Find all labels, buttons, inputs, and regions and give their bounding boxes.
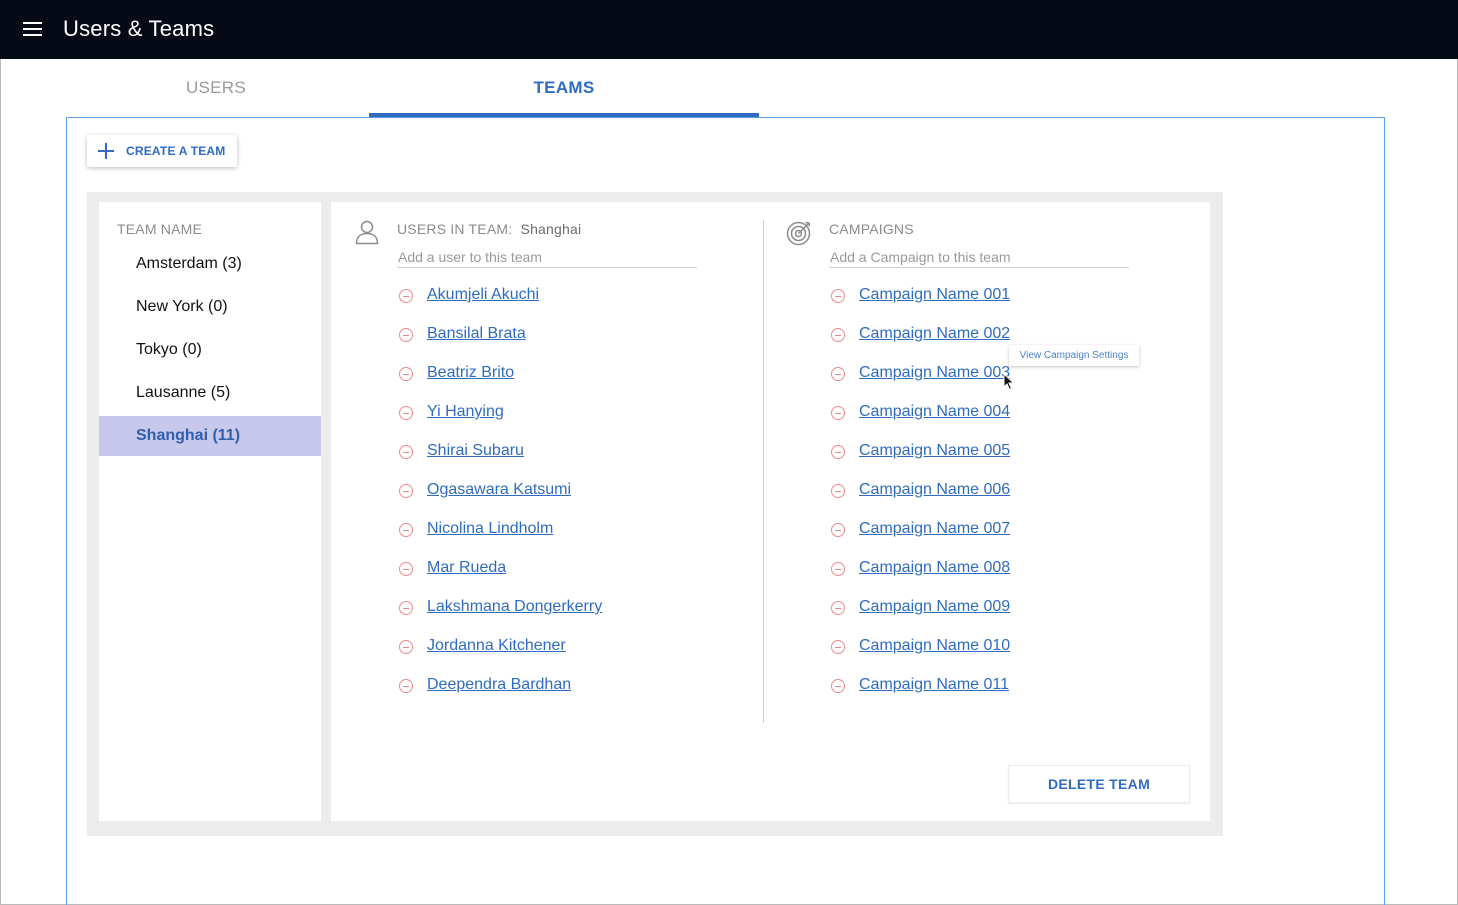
- remove-icon[interactable]: [831, 328, 845, 342]
- add-campaign-input[interactable]: [829, 246, 1129, 268]
- remove-icon[interactable]: [831, 289, 845, 303]
- campaign-link[interactable]: Campaign Name 011: [859, 676, 1009, 694]
- remove-icon[interactable]: [399, 562, 413, 576]
- user-link[interactable]: Akumjeli Akuchi: [427, 286, 539, 304]
- remove-icon[interactable]: [399, 289, 413, 303]
- remove-icon[interactable]: [831, 367, 845, 381]
- remove-icon[interactable]: [831, 445, 845, 459]
- remove-icon[interactable]: [399, 601, 413, 615]
- team-item-amsterdam[interactable]: Amsterdam (3): [99, 244, 321, 284]
- user-link[interactable]: Yi Hanying: [427, 403, 504, 421]
- user-link[interactable]: Ogasawara Katsumi: [427, 481, 571, 499]
- remove-icon[interactable]: [831, 523, 845, 537]
- campaign-link[interactable]: Campaign Name 005: [859, 442, 1010, 460]
- remove-icon[interactable]: [831, 406, 845, 420]
- user-link[interactable]: Nicolina Lindholm: [427, 520, 553, 538]
- remove-icon[interactable]: [399, 523, 413, 537]
- campaign-link[interactable]: Campaign Name 009: [859, 598, 1010, 616]
- remove-icon[interactable]: [399, 640, 413, 654]
- tab-teams[interactable]: TEAMS: [369, 59, 759, 117]
- mouse-cursor-icon: [1003, 373, 1015, 391]
- campaign-settings-tooltip: View Campaign Settings: [1009, 345, 1139, 366]
- add-user-input[interactable]: [397, 246, 697, 268]
- remove-icon[interactable]: [399, 484, 413, 498]
- campaign-link[interactable]: Campaign Name 004: [859, 403, 1010, 421]
- remove-icon[interactable]: [831, 679, 845, 693]
- remove-icon[interactable]: [399, 445, 413, 459]
- remove-icon[interactable]: [831, 562, 845, 576]
- campaign-link[interactable]: Campaign Name 001: [859, 286, 1010, 304]
- campaign-link[interactable]: Campaign Name 002: [859, 325, 1010, 343]
- team-item-lausanne[interactable]: Lausanne (5): [99, 373, 321, 413]
- remove-icon[interactable]: [399, 367, 413, 381]
- create-team-button[interactable]: CREATE A TEAM: [87, 135, 237, 167]
- team-item-new-york[interactable]: New York (0): [99, 287, 321, 327]
- campaign-link[interactable]: Campaign Name 003: [859, 364, 1010, 382]
- current-team-name: Shanghai: [520, 221, 582, 237]
- top-app-bar: Users & Teams: [0, 0, 1458, 59]
- delete-team-button[interactable]: DELETE TEAM: [1008, 765, 1190, 803]
- team-item-shanghai[interactable]: Shanghai (11): [99, 416, 321, 456]
- campaign-link[interactable]: Campaign Name 006: [859, 481, 1010, 499]
- column-divider: [763, 220, 764, 723]
- user-link[interactable]: Shirai Subaru: [427, 442, 524, 460]
- remove-icon[interactable]: [831, 484, 845, 498]
- team-list: TEAM NAME Amsterdam (3) New York (0) Tok…: [99, 202, 321, 821]
- remove-icon[interactable]: [399, 406, 413, 420]
- remove-icon[interactable]: [399, 328, 413, 342]
- target-icon: [786, 221, 811, 246]
- remove-icon[interactable]: [399, 679, 413, 693]
- user-link[interactable]: Mar Rueda: [427, 559, 506, 577]
- team-list-header: TEAM NAME: [117, 221, 203, 237]
- campaigns-heading: CAMPAIGNS: [829, 221, 914, 237]
- remove-icon[interactable]: [831, 601, 845, 615]
- plus-icon: [98, 143, 114, 159]
- user-link[interactable]: Jordanna Kitchener: [427, 637, 566, 655]
- user-link[interactable]: Beatriz Brito: [427, 364, 514, 382]
- user-link[interactable]: Bansilal Brata: [427, 325, 526, 343]
- campaign-link[interactable]: Campaign Name 008: [859, 559, 1010, 577]
- users-in-team-heading: USERS IN TEAM: Shanghai: [397, 221, 581, 237]
- tab-users[interactable]: USERS: [63, 59, 369, 117]
- team-item-tokyo[interactable]: Tokyo (0): [99, 330, 321, 370]
- user-link[interactable]: Lakshmana Dongerkerry: [427, 598, 602, 616]
- campaign-link[interactable]: Campaign Name 010: [859, 637, 1010, 655]
- remove-icon[interactable]: [831, 640, 845, 654]
- user-link[interactable]: Deependra Bardhan: [427, 676, 571, 694]
- user-icon: [355, 220, 379, 245]
- page-title: Users & Teams: [63, 16, 215, 41]
- users-section-title: USERS IN TEAM:: [397, 221, 513, 237]
- hamburger-menu-icon[interactable]: [23, 22, 42, 37]
- campaign-link[interactable]: Campaign Name 007: [859, 520, 1010, 538]
- create-team-label: CREATE A TEAM: [126, 144, 226, 158]
